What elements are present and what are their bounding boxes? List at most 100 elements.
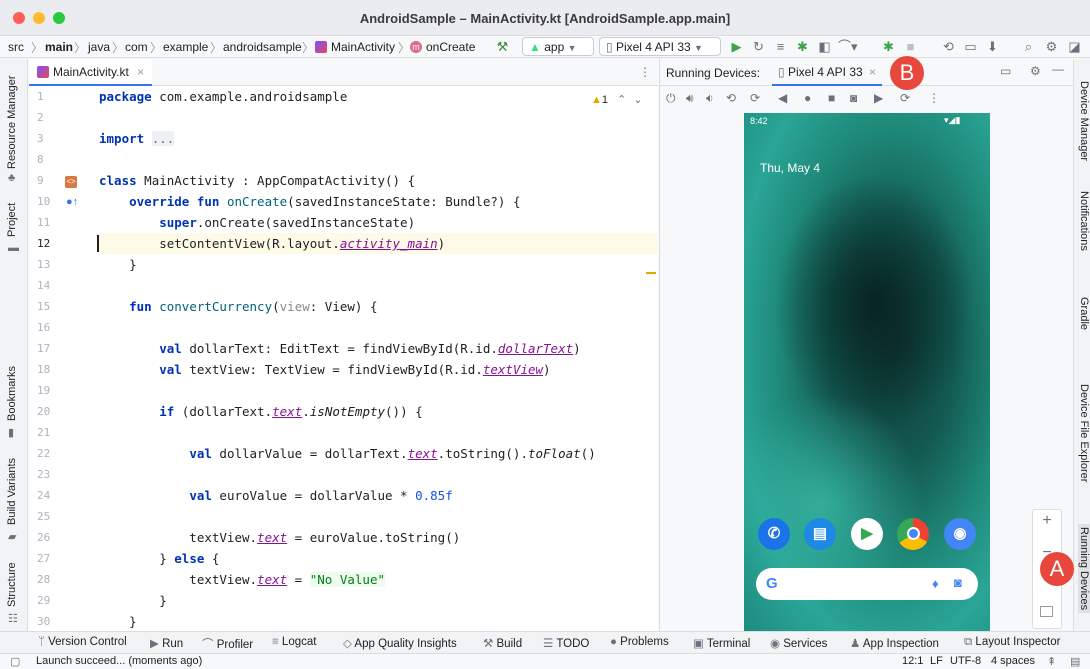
toggle-tool-windows-icon[interactable]: ▢ bbox=[10, 655, 20, 668]
volume-up-icon[interactable]: 🔊︎ bbox=[686, 91, 694, 106]
sync-gradle-icon[interactable]: ⟲ bbox=[940, 38, 957, 55]
debug-icon[interactable]: ✱ bbox=[794, 38, 811, 55]
tool-app-inspection[interactable]: ♟ App Inspection bbox=[850, 636, 939, 650]
tool-problems[interactable]: ● Problems bbox=[610, 636, 669, 648]
line-separator[interactable]: LF bbox=[930, 655, 943, 667]
ide-window: AndroidSample – MainActivity.kt [Android… bbox=[0, 0, 1090, 669]
hide-panel-icon[interactable]: — bbox=[1052, 62, 1064, 76]
microphone-icon[interactable]: ♦ bbox=[932, 576, 939, 591]
home-icon[interactable]: ● bbox=[804, 91, 811, 105]
breadcrumb-oncreate[interactable]: onCreate bbox=[426, 40, 475, 54]
tool-services[interactable]: ◉ Services bbox=[770, 636, 827, 650]
breadcrumb-main[interactable]: main bbox=[45, 40, 73, 54]
tab-mainactivity-kt[interactable]: MainActivity.kt × bbox=[29, 59, 153, 86]
tool-terminal[interactable]: ▣ Terminal bbox=[693, 636, 750, 650]
google-search-bar[interactable]: G ♦ ◙ bbox=[756, 568, 978, 600]
window-options-icon[interactable]: ▭ bbox=[1000, 64, 1011, 78]
apply-changes-icon[interactable]: ↻ bbox=[750, 38, 767, 55]
rotate-left-icon[interactable]: ⟲ bbox=[726, 91, 736, 105]
file-encoding[interactable]: UTF-8 bbox=[950, 655, 981, 667]
more-run-options-icon[interactable]: ⌒▾ bbox=[838, 38, 858, 55]
tab-project[interactable]: Project bbox=[6, 203, 18, 237]
lock-icon[interactable]: ⇞ bbox=[1047, 655, 1056, 668]
inspection-widget[interactable]: ▲1 ⌃ ⌄ bbox=[591, 93, 643, 106]
device-screen[interactable]: 8:42 ▾◢▮ Thu, May 4 ✆ ▤ ▶ ◉ G ♦ ◙ bbox=[744, 113, 990, 631]
rotate-right-icon[interactable]: ⟳ bbox=[750, 91, 760, 105]
tool-layout-inspector[interactable]: ⧉ Layout Inspector bbox=[964, 636, 1060, 649]
more-tabs-icon[interactable]: ⋮ bbox=[639, 65, 651, 79]
more-options-icon[interactable]: ⋮ bbox=[928, 91, 940, 105]
run-icon[interactable]: ▶ bbox=[728, 38, 745, 55]
breadcrumb-com[interactable]: com bbox=[125, 40, 148, 54]
fit-screen-button[interactable] bbox=[1040, 606, 1053, 617]
tab-bookmarks[interactable]: Bookmarks bbox=[6, 366, 18, 421]
warning-stripe-marker[interactable] bbox=[646, 272, 656, 274]
override-gutter-icon[interactable]: ●↑ bbox=[66, 196, 78, 208]
terminal-icon: ▣ bbox=[693, 638, 704, 650]
phone-app-icon[interactable]: ✆ bbox=[758, 518, 790, 550]
tab-resource-manager[interactable]: Resource Manager bbox=[6, 75, 18, 169]
google-icon: G bbox=[766, 575, 778, 592]
zoom-in-button[interactable]: + bbox=[1033, 512, 1061, 530]
tab-device-manager[interactable]: Device Manager bbox=[1078, 81, 1090, 161]
caret-position[interactable]: 12:1 bbox=[902, 655, 923, 667]
module-selector[interactable]: ▲ app ▼ bbox=[522, 37, 594, 56]
hammer-icon[interactable]: ⚒ bbox=[494, 38, 511, 55]
close-tab-icon[interactable]: × bbox=[869, 65, 876, 79]
profile-icon[interactable]: ◧ bbox=[816, 38, 833, 55]
tool-build[interactable]: ⚒ Build bbox=[483, 636, 522, 650]
tab-running-devices[interactable]: Running Devices bbox=[1078, 524, 1090, 614]
breadcrumb-mainactivity[interactable]: MainActivity bbox=[331, 40, 395, 54]
breadcrumb-src[interactable]: src bbox=[8, 40, 24, 54]
code-area[interactable]: package com.example.androidsample import… bbox=[97, 86, 658, 631]
chevron-down-icon[interactable]: ⌄ bbox=[633, 94, 642, 106]
code-editor: MainActivity.kt × ⋮ 1 2 3 8 9 10 11 12 1… bbox=[29, 59, 658, 631]
tool-todo[interactable]: ☰ TODO bbox=[543, 636, 589, 650]
tab-device-file-explorer[interactable]: Device File Explorer bbox=[1078, 384, 1090, 482]
breadcrumb-androidsample[interactable]: androidsample bbox=[223, 40, 302, 54]
device-selector[interactable]: ▯ Pixel 4 API 33 ▼ bbox=[599, 37, 721, 56]
breadcrumb-java[interactable]: java bbox=[88, 40, 110, 54]
tab-structure[interactable]: Structure bbox=[6, 562, 18, 607]
memory-indicator-icon[interactable]: ▤ bbox=[1070, 655, 1080, 668]
search-icon[interactable]: ⌕ bbox=[1020, 38, 1037, 55]
close-tab-icon[interactable]: × bbox=[137, 65, 144, 79]
record-icon[interactable]: ▶ bbox=[874, 91, 883, 105]
tab-pixel-4-api-33[interactable]: ▯ Pixel 4 API 33 × bbox=[772, 59, 883, 86]
tab-notifications[interactable]: Notifications bbox=[1078, 191, 1090, 251]
device-manager-icon[interactable]: ▭ bbox=[962, 38, 979, 55]
back-icon[interactable]: ◀ bbox=[778, 91, 787, 105]
play-store-icon[interactable]: ▶ bbox=[851, 518, 883, 550]
tool-run[interactable]: ▶ Run bbox=[150, 636, 183, 650]
method-icon: m bbox=[410, 41, 422, 53]
messages-app-icon[interactable]: ▤ bbox=[804, 518, 836, 550]
tool-logcat[interactable]: ≡ Logcat bbox=[272, 636, 316, 648]
indent-setting[interactable]: 4 spaces bbox=[991, 655, 1035, 667]
overview-icon[interactable]: ■ bbox=[828, 91, 835, 105]
account-icon[interactable]: ◪ bbox=[1066, 38, 1083, 55]
camera-app-icon[interactable]: ◉ bbox=[944, 518, 976, 550]
tab-build-variants[interactable]: Build Variants bbox=[6, 458, 18, 525]
settings-icon[interactable]: ⚙ bbox=[1030, 64, 1041, 78]
chrome-icon[interactable] bbox=[897, 518, 929, 550]
lens-icon[interactable]: ◙ bbox=[954, 575, 962, 590]
kotlin-class-icon bbox=[315, 41, 327, 53]
layout-gutter-icon[interactable]: <> bbox=[65, 176, 77, 188]
tab-gradle[interactable]: Gradle bbox=[1078, 297, 1090, 330]
apply-code-changes-icon[interactable]: ≡ bbox=[772, 38, 789, 55]
chevron-up-icon[interactable]: ⌃ bbox=[617, 94, 626, 106]
camera-icon[interactable]: ◙ bbox=[850, 91, 857, 105]
stop-icon[interactable]: ■ bbox=[902, 38, 919, 55]
status-message[interactable]: Launch succeed... (moments ago) bbox=[36, 655, 202, 667]
snapshot-icon[interactable]: ⟳ bbox=[900, 91, 910, 105]
volume-down-icon[interactable]: 🔉︎ bbox=[706, 91, 714, 106]
attach-debugger-icon[interactable]: ✱ bbox=[880, 38, 897, 55]
sdk-manager-icon[interactable]: ⬇ bbox=[984, 38, 1001, 55]
tool-version-control[interactable]: ᛘ Version Control bbox=[38, 636, 127, 648]
tool-profiler[interactable]: ⌒ Profiler bbox=[202, 636, 253, 652]
power-icon[interactable]: ⏻ bbox=[666, 91, 676, 106]
breadcrumb-example[interactable]: example bbox=[163, 40, 208, 54]
tool-app-quality-insights[interactable]: ◇ App Quality Insights bbox=[343, 636, 457, 650]
lockscreen-date: Thu, May 4 bbox=[760, 161, 821, 175]
settings-icon[interactable]: ⚙ bbox=[1043, 38, 1060, 55]
